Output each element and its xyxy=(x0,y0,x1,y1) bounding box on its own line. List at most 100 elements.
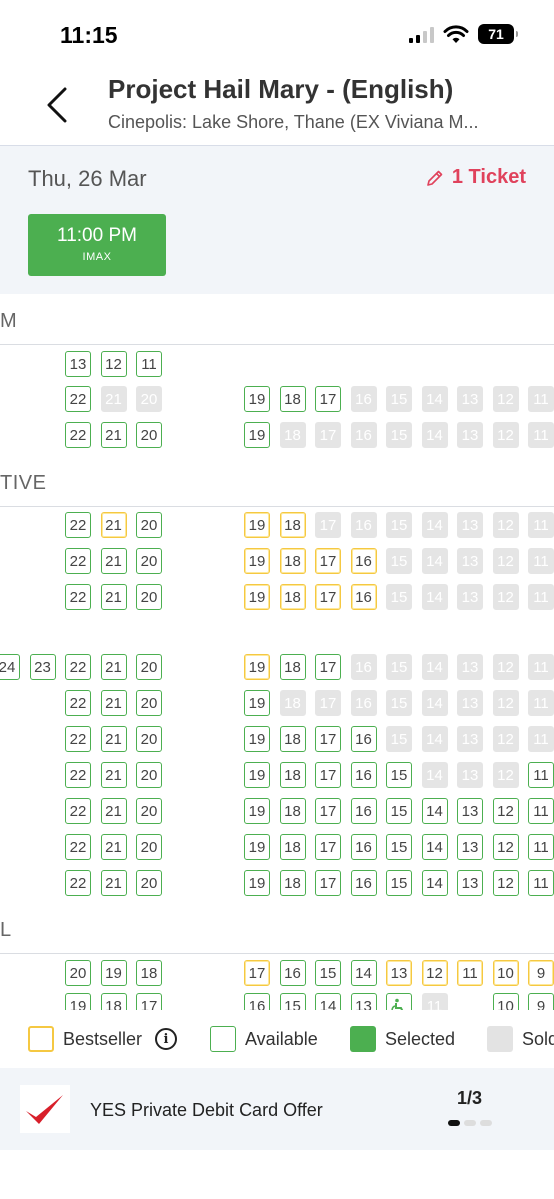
seat[interactable]: 19 xyxy=(244,386,270,412)
seat[interactable]: 17 xyxy=(315,798,341,824)
seat[interactable]: 22 xyxy=(65,762,91,788)
seat[interactable]: 15 xyxy=(386,762,412,788)
wheelchair-seat[interactable] xyxy=(386,993,412,1010)
seat[interactable]: 18 xyxy=(100,993,127,1010)
seat[interactable]: 19 xyxy=(244,422,270,448)
seat[interactable]: 21 xyxy=(100,762,127,788)
seat[interactable]: 20 xyxy=(136,762,162,788)
seat[interactable]: 22 xyxy=(65,870,91,896)
seat[interactable]: 20 xyxy=(136,870,162,896)
seat[interactable]: 21 xyxy=(100,870,127,896)
seat[interactable]: 17 xyxy=(315,548,341,574)
seat[interactable]: 18 xyxy=(279,762,306,788)
seat[interactable]: 10 xyxy=(492,993,519,1010)
seat[interactable]: 18 xyxy=(279,834,306,860)
info-icon[interactable]: i xyxy=(155,1028,178,1050)
seat[interactable]: 23 xyxy=(29,654,56,680)
seat[interactable]: 12 xyxy=(492,798,519,824)
seat[interactable]: 16 xyxy=(350,726,377,752)
seat[interactable]: 19 xyxy=(244,870,270,896)
seat[interactable]: 13 xyxy=(457,834,483,860)
seat[interactable]: 21 xyxy=(100,690,127,716)
seat[interactable]: 21 xyxy=(100,726,127,752)
seat[interactable]: 18 xyxy=(136,960,162,986)
seat[interactable]: 21 xyxy=(100,512,127,538)
seat[interactable]: 17 xyxy=(315,726,341,752)
seat[interactable]: 10 xyxy=(492,960,519,986)
seat[interactable]: 11 xyxy=(528,798,554,824)
seat[interactable]: 19 xyxy=(65,993,91,1010)
seat[interactable]: 12 xyxy=(492,870,519,896)
seat[interactable]: 15 xyxy=(315,960,341,986)
seat[interactable]: 13 xyxy=(457,798,483,824)
seat[interactable]: 9 xyxy=(528,960,554,986)
seat[interactable]: 13 xyxy=(386,960,412,986)
seat[interactable]: 19 xyxy=(244,512,270,538)
seat[interactable]: 16 xyxy=(279,960,306,986)
offer-banner[interactable]: YES Private Debit Card Offer 1/3 xyxy=(0,1068,554,1150)
seat[interactable]: 15 xyxy=(386,870,412,896)
seat[interactable]: 22 xyxy=(65,386,91,412)
ticket-count-button[interactable]: 1 Ticket xyxy=(426,166,526,189)
seat[interactable]: 18 xyxy=(279,386,306,412)
seat[interactable]: 21 xyxy=(100,798,127,824)
seat[interactable]: 16 xyxy=(350,798,377,824)
seat[interactable]: 18 xyxy=(279,584,306,610)
seat[interactable]: 15 xyxy=(279,993,306,1010)
seat[interactable]: 22 xyxy=(65,690,91,716)
seat[interactable]: 18 xyxy=(279,654,306,680)
seat[interactable]: 18 xyxy=(279,798,306,824)
seat[interactable]: 14 xyxy=(421,798,448,824)
seat[interactable]: 13 xyxy=(65,351,91,377)
seat[interactable]: 17 xyxy=(315,584,341,610)
seat[interactable]: 17 xyxy=(315,654,341,680)
seat[interactable]: 20 xyxy=(136,512,162,538)
seat[interactable]: 14 xyxy=(350,960,377,986)
seat[interactable]: 18 xyxy=(279,548,306,574)
seat[interactable]: 22 xyxy=(65,654,91,680)
seat[interactable]: 20 xyxy=(65,960,91,986)
seat[interactable]: 11 xyxy=(457,960,483,986)
seat[interactable]: 19 xyxy=(244,654,270,680)
seat[interactable]: 22 xyxy=(65,512,91,538)
show-date[interactable]: Thu, 26 Mar xyxy=(28,166,147,192)
seat[interactable]: 22 xyxy=(65,584,91,610)
seat[interactable]: 15 xyxy=(386,834,412,860)
seat[interactable]: 21 xyxy=(100,654,127,680)
seat[interactable]: 20 xyxy=(136,798,162,824)
seat[interactable]: 22 xyxy=(65,834,91,860)
seat[interactable]: 16 xyxy=(350,762,377,788)
seat[interactable]: 17 xyxy=(315,762,341,788)
seat[interactable]: 20 xyxy=(136,422,162,448)
seat[interactable]: 20 xyxy=(136,654,162,680)
seat[interactable]: 14 xyxy=(315,993,341,1010)
seat[interactable]: 20 xyxy=(136,726,162,752)
seat[interactable]: 22 xyxy=(65,798,91,824)
seat[interactable]: 16 xyxy=(350,548,377,574)
seat[interactable]: 17 xyxy=(315,386,341,412)
seat[interactable]: 12 xyxy=(492,834,519,860)
seat[interactable]: 17 xyxy=(315,870,341,896)
seat[interactable]: 11 xyxy=(136,351,162,377)
seat[interactable]: 11 xyxy=(528,762,554,788)
seat[interactable]: 16 xyxy=(350,834,377,860)
seat[interactable]: 18 xyxy=(279,512,306,538)
seat[interactable]: 17 xyxy=(136,993,162,1010)
seat[interactable]: 22 xyxy=(65,548,91,574)
seat[interactable]: 19 xyxy=(244,762,270,788)
seat[interactable]: 19 xyxy=(244,834,270,860)
seat[interactable]: 22 xyxy=(65,726,91,752)
seat[interactable]: 21 xyxy=(100,834,127,860)
seat[interactable]: 16 xyxy=(244,993,270,1010)
seat[interactable]: 9 xyxy=(528,993,554,1010)
seat[interactable]: 18 xyxy=(279,726,306,752)
seat[interactable]: 16 xyxy=(350,870,377,896)
seat[interactable]: 20 xyxy=(136,690,162,716)
seat[interactable]: 15 xyxy=(386,798,412,824)
seat[interactable]: 16 xyxy=(350,584,377,610)
venue-name[interactable]: Cinepolis: Lake Shore, Thane (EX Viviana… xyxy=(108,112,528,133)
seat[interactable]: 19 xyxy=(100,960,127,986)
seat[interactable]: 19 xyxy=(244,548,270,574)
seat[interactable]: 21 xyxy=(100,584,127,610)
seat[interactable]: 19 xyxy=(244,726,270,752)
